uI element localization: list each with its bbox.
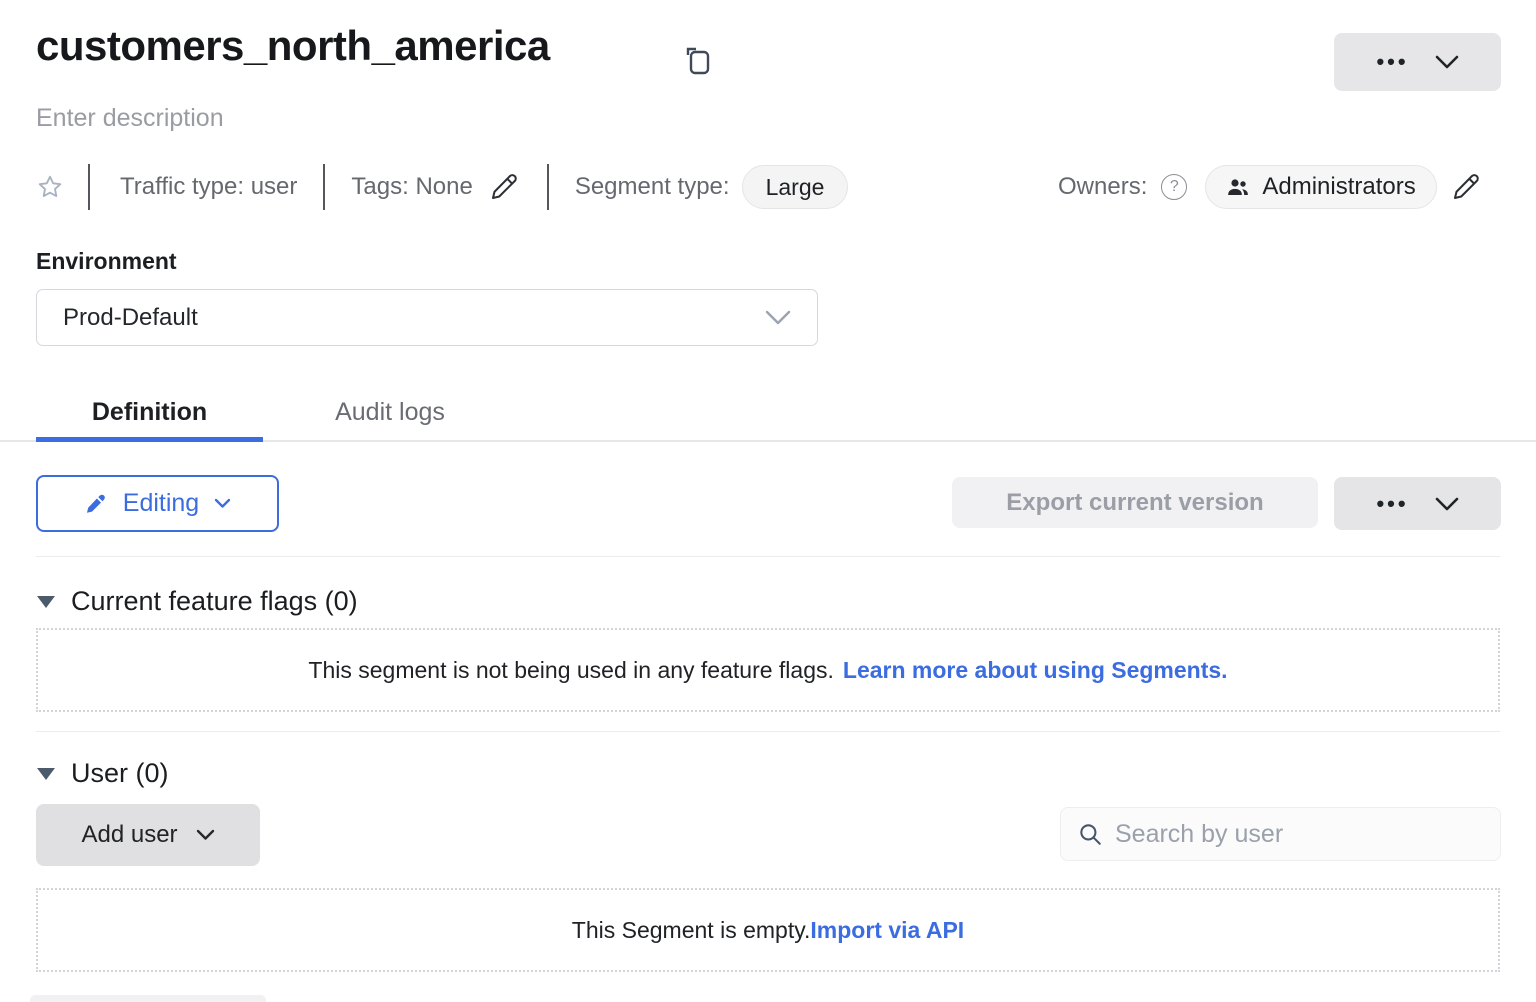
- learn-more-link[interactable]: Learn more about using Segments.: [843, 657, 1228, 684]
- search-by-user-input[interactable]: [1115, 820, 1484, 849]
- traffic-type-label: Traffic type: user: [120, 173, 297, 201]
- active-tab-underline: [36, 437, 263, 442]
- tags-label: Tags: None: [351, 173, 472, 201]
- edit-owners-button[interactable]: [1451, 172, 1481, 202]
- flags-section-title: Current feature flags (0): [71, 586, 358, 617]
- collapse-caret-icon[interactable]: [36, 767, 56, 781]
- tab-audit-logs[interactable]: Audit logs: [320, 385, 460, 440]
- editing-mode-button[interactable]: Editing: [36, 475, 279, 532]
- owners-label: Owners:: [1058, 173, 1147, 201]
- chevron-down-icon: [196, 829, 215, 841]
- export-current-version-button[interactable]: Export current version: [952, 477, 1318, 528]
- description-field[interactable]: Enter description: [36, 104, 224, 133]
- flags-section-header: Current feature flags (0): [36, 586, 358, 617]
- more-dots-icon: •••: [1376, 51, 1408, 73]
- tabs-bar: Definition Audit logs: [0, 385, 1536, 442]
- owners-value: Administrators: [1262, 173, 1415, 201]
- flags-empty-state: This segment is not being used in any fe…: [36, 628, 1500, 712]
- pencil-icon: [1451, 172, 1481, 202]
- segment-type-label: Segment type:: [575, 173, 730, 201]
- section-divider: [36, 731, 1500, 732]
- pencil-filled-icon: [84, 492, 108, 516]
- user-empty-text: This Segment is empty.: [572, 917, 811, 944]
- chevron-down-icon: [1435, 55, 1459, 69]
- header-more-menu-button[interactable]: •••: [1334, 33, 1501, 91]
- copy-icon: [682, 44, 712, 78]
- user-section-title: User (0): [71, 758, 169, 789]
- chevron-down-icon: [765, 310, 791, 326]
- segment-type-badge: Large: [742, 165, 849, 209]
- favorite-star-icon[interactable]: [36, 173, 64, 201]
- more-dots-icon: •••: [1376, 493, 1408, 515]
- help-icon[interactable]: ?: [1161, 174, 1187, 200]
- search-icon: [1077, 821, 1103, 847]
- flags-empty-text: This segment is not being used in any fe…: [308, 657, 833, 684]
- divider: [88, 164, 90, 210]
- owners-chip[interactable]: Administrators: [1205, 165, 1436, 209]
- collapse-caret-icon[interactable]: [36, 595, 56, 609]
- import-via-api-link[interactable]: Import via API: [810, 917, 964, 944]
- divider: [323, 164, 325, 210]
- toolbar-more-menu-button[interactable]: •••: [1334, 477, 1501, 530]
- tab-definition[interactable]: Definition: [36, 385, 263, 440]
- chevron-down-icon: [214, 498, 231, 509]
- cutoff-button-edge: [30, 995, 266, 1002]
- environment-label: Environment: [36, 248, 177, 275]
- meta-row: Traffic type: user Tags: None Segment ty…: [36, 163, 848, 211]
- add-user-label: Add user: [81, 821, 177, 849]
- copy-name-button[interactable]: [682, 44, 712, 78]
- environment-selected-value: Prod-Default: [63, 304, 198, 332]
- editing-label: Editing: [123, 489, 199, 518]
- user-empty-state: This Segment is empty. Import via API: [36, 888, 1500, 972]
- people-icon: [1226, 175, 1250, 199]
- divider: [547, 164, 549, 210]
- owners-row: Owners: ? Administrators: [1058, 163, 1481, 211]
- environment-select[interactable]: Prod-Default: [36, 289, 818, 346]
- search-by-user-box: [1060, 807, 1501, 861]
- add-user-button[interactable]: Add user: [36, 804, 260, 866]
- user-section-header: User (0): [36, 758, 169, 789]
- edit-tags-button[interactable]: [489, 172, 519, 202]
- section-divider: [36, 556, 1500, 557]
- page-title: customers_north_america: [36, 22, 550, 70]
- chevron-down-icon: [1435, 497, 1459, 511]
- pencil-icon: [489, 172, 519, 202]
